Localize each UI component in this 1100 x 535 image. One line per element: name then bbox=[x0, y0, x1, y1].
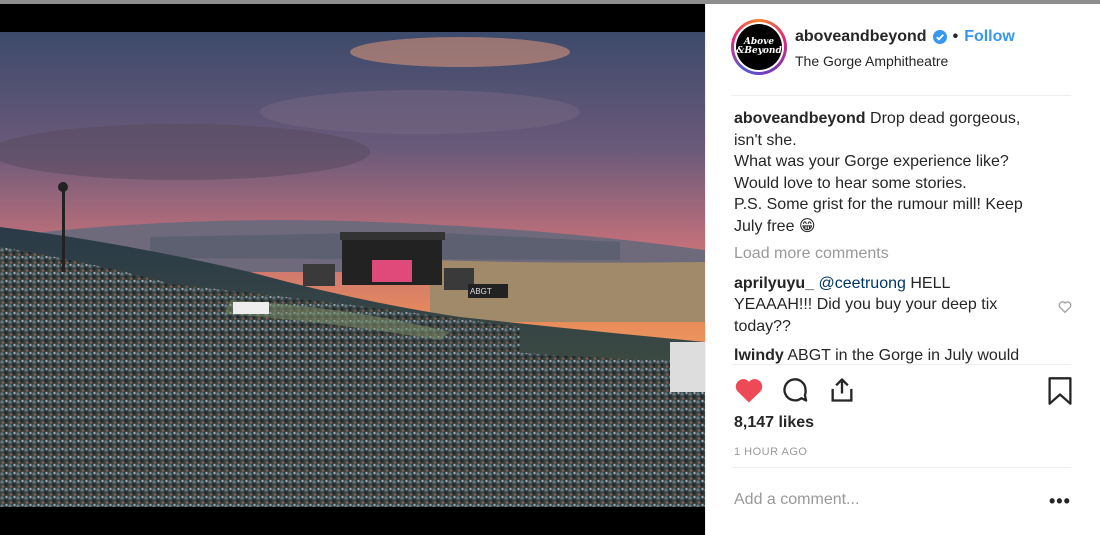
post-header: Above &Beyond aboveandbeyond • Follow The… bbox=[706, 4, 1100, 96]
comment-username[interactable]: lwindy bbox=[734, 347, 784, 364]
avatar-logo: Above &Beyond bbox=[736, 24, 782, 70]
header-divider bbox=[731, 95, 1071, 96]
post-timestamp[interactable]: 1 HOUR AGO bbox=[734, 446, 807, 458]
share-icon[interactable] bbox=[828, 376, 856, 404]
post-media[interactable]: ABGT bbox=[0, 4, 705, 535]
comment-text-3: today?? bbox=[734, 317, 791, 335]
avatar[interactable]: Above &Beyond bbox=[731, 19, 787, 75]
heart-filled-icon[interactable] bbox=[734, 376, 764, 404]
comment-item: lwindy ABGT in the Gorge in July would bbox=[734, 345, 1054, 364]
likes-count[interactable]: 8,147 likes bbox=[734, 414, 814, 432]
post-detail-panel: Above &Beyond aboveandbeyond • Follow The… bbox=[705, 4, 1100, 535]
separator-dot: • bbox=[952, 28, 959, 45]
add-comment-input[interactable]: Add a comment... bbox=[734, 491, 859, 509]
caption-line-6: July free 😁 bbox=[734, 217, 816, 235]
caption-line-3: What was your Gorge experience like? bbox=[734, 153, 1009, 170]
comments-list[interactable]: aboveandbeyond Drop dead gorgeous, isn't… bbox=[734, 108, 1054, 364]
bookmark-icon[interactable] bbox=[1047, 376, 1073, 406]
header-username[interactable]: aboveandbeyond bbox=[795, 28, 927, 46]
more-options-button[interactable]: ••• bbox=[1049, 492, 1071, 510]
caption-username[interactable]: aboveandbeyond bbox=[734, 110, 866, 127]
comment-text: ABGT in the Gorge in July would bbox=[783, 347, 1020, 364]
comment-username[interactable]: aprilyuyu_ bbox=[734, 275, 814, 292]
caption-line-4: Would love to hear some stories. bbox=[734, 174, 967, 192]
verified-badge-icon bbox=[932, 30, 947, 44]
action-bar bbox=[734, 376, 1074, 406]
username-row: aboveandbeyond • Follow bbox=[795, 28, 1015, 46]
comment-mention[interactable]: @ceetruong bbox=[818, 275, 905, 292]
comment-item: aprilyuyu_ @ceetruong HELL YEAAAH!!! Did… bbox=[734, 273, 1054, 338]
comment-text-2: YEAAAH!!! Did you buy your deep tix bbox=[734, 296, 998, 313]
comment-text-1: HELL bbox=[905, 274, 951, 292]
load-more-comments-button[interactable]: Load more comments bbox=[734, 243, 1054, 265]
follow-button[interactable]: Follow bbox=[964, 28, 1015, 46]
comment-icon[interactable] bbox=[781, 376, 809, 404]
caption: aboveandbeyond Drop dead gorgeous, isn't… bbox=[734, 108, 1054, 237]
comment-box-divider bbox=[731, 467, 1071, 468]
location-link[interactable]: The Gorge Amphitheatre bbox=[795, 53, 948, 69]
caption-line-5: P.S. Some grist for the rumour mill! Kee… bbox=[734, 196, 1023, 213]
caption-line-1: Drop dead gorgeous, bbox=[870, 110, 1021, 127]
caption-line-2: isn't she. bbox=[734, 131, 797, 149]
concert-photo: ABGT bbox=[0, 32, 705, 507]
heart-outline-icon[interactable] bbox=[1058, 300, 1072, 313]
stage-banner-text: ABGT bbox=[470, 287, 492, 296]
actions-divider bbox=[731, 364, 1071, 365]
